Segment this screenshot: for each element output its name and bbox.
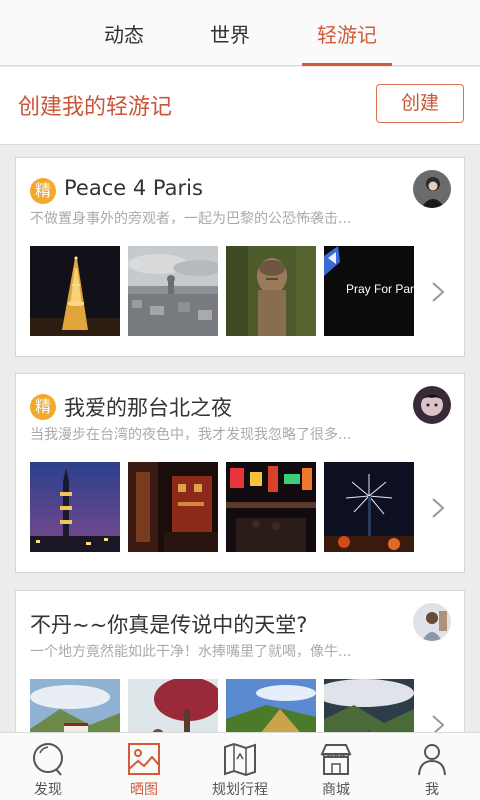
map-icon xyxy=(224,742,256,777)
featured-badge: 精 xyxy=(30,394,56,420)
nav-shop[interactable]: 商城 xyxy=(288,733,384,800)
photo-fireworks[interactable] xyxy=(324,462,414,552)
photo-eiffel-tower[interactable] xyxy=(30,246,120,336)
nav-label: 发现 xyxy=(34,782,62,798)
chevron-right-icon[interactable] xyxy=(430,496,446,520)
card-subtitle: 当我漫步在台湾的夜色中，我才发现我忽略了很多... xyxy=(30,427,352,443)
bottom-nav: 发现 晒图 规划行程 商城 我 xyxy=(0,732,480,800)
featured-badge: 精 xyxy=(30,178,56,204)
create-travelogue-bar: 创建我的轻游记 创建 xyxy=(0,67,480,145)
card-title: Peace 4 Paris xyxy=(64,176,203,200)
create-button[interactable]: 创建 xyxy=(376,84,464,123)
person-icon xyxy=(418,744,446,776)
nav-discover[interactable]: 发现 xyxy=(0,733,96,800)
tab-dynamics[interactable]: 动态 xyxy=(88,0,160,66)
card-subtitle: 一个地方竟然能如此干净！水捧嘴里了就喝，像牛... xyxy=(30,644,352,660)
photo-night-market[interactable] xyxy=(226,462,316,552)
photo-paris-skyline[interactable] xyxy=(128,246,218,336)
author-avatar[interactable] xyxy=(413,170,451,208)
tab-world[interactable]: 世界 xyxy=(194,0,266,66)
photo-strip: Pray For Paris xyxy=(30,246,414,336)
pray-for-paris-caption: Pray For Paris xyxy=(346,282,414,296)
photo-giant-buddha[interactable] xyxy=(226,246,316,336)
nav-label: 我 xyxy=(425,782,439,798)
nav-plan-trip[interactable]: 规划行程 xyxy=(192,733,288,800)
card-title: 我爱的那台北之夜 xyxy=(64,396,232,420)
photo-temple[interactable] xyxy=(128,462,218,552)
author-avatar[interactable] xyxy=(413,603,451,641)
nav-label: 商城 xyxy=(322,782,350,798)
photo-pray-for-paris[interactable]: Pray For Paris xyxy=(324,246,414,336)
chevron-right-icon[interactable] xyxy=(430,280,446,304)
photo-strip xyxy=(30,462,414,552)
active-tab-indicator xyxy=(302,63,392,66)
photo-taipei-101[interactable] xyxy=(30,462,120,552)
nav-photos[interactable]: 晒图 xyxy=(96,733,192,800)
shop-icon xyxy=(320,744,352,775)
nav-label: 晒图 xyxy=(130,782,158,798)
travelogue-card[interactable]: 精 Peace 4 Paris 不做置身事外的旁观者，一起为巴黎的公恐怖袭击..… xyxy=(15,157,465,357)
nav-me[interactable]: 我 xyxy=(384,733,480,800)
top-tab-bar: 动态 世界 轻游记 xyxy=(0,0,480,66)
nav-label: 规划行程 xyxy=(212,782,268,798)
discover-icon xyxy=(33,743,63,776)
photo-icon xyxy=(128,743,160,775)
card-subtitle: 不做置身事外的旁观者，一起为巴黎的公恐怖袭击... xyxy=(30,211,352,227)
card-title: 不丹~~你真是传说中的天堂? xyxy=(30,613,308,637)
author-avatar[interactable] xyxy=(413,386,451,424)
travelogue-card[interactable]: 精 我爱的那台北之夜 当我漫步在台湾的夜色中，我才发现我忽略了很多... xyxy=(15,373,465,573)
create-travelogue-title: 创建我的轻游记 xyxy=(18,95,173,120)
tab-travelogue[interactable]: 轻游记 xyxy=(302,0,392,66)
